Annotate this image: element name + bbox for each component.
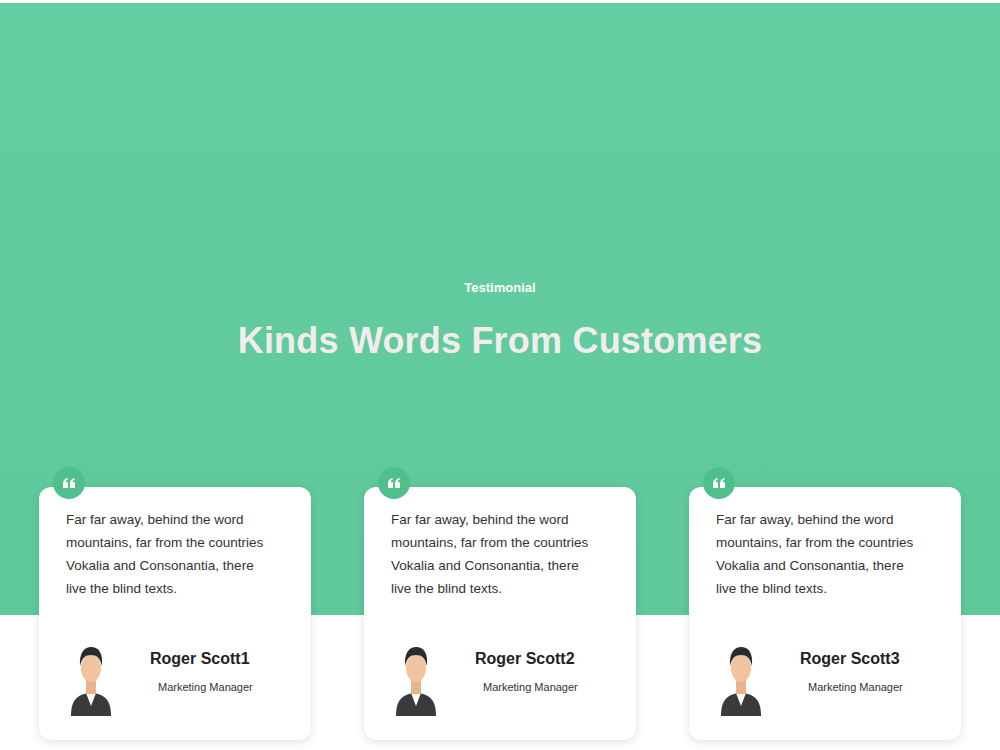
quote-icon <box>53 467 85 499</box>
testimonial-text: Far far away, behind the word mountains,… <box>391 508 609 600</box>
testimonial-card: Far far away, behind the word mountains,… <box>689 487 961 740</box>
testimonial-card: Far far away, behind the word mountains,… <box>39 487 311 740</box>
hero-subtitle: Testimonial <box>464 279 535 297</box>
testimonial-list: Far far away, behind the word mountains,… <box>0 487 1000 740</box>
author-role: Marketing Manager <box>483 680 578 694</box>
avatar-icon <box>719 644 763 716</box>
author-name: Roger Scott1 <box>150 649 253 669</box>
testimonial-text: Far far away, behind the word mountains,… <box>66 508 284 600</box>
author-role: Marketing Manager <box>158 680 253 694</box>
author-role: Marketing Manager <box>808 680 903 694</box>
avatar-icon <box>69 644 113 716</box>
avatar-icon <box>394 644 438 716</box>
hero-title: Kinds Words From Customers <box>238 319 763 363</box>
quote-icon <box>703 467 735 499</box>
author-name: Roger Scott2 <box>475 649 578 669</box>
quote-icon <box>378 467 410 499</box>
author-name: Roger Scott3 <box>800 649 903 669</box>
testimonial-text: Far far away, behind the word mountains,… <box>716 508 934 600</box>
testimonial-card: Far far away, behind the word mountains,… <box>364 487 636 740</box>
